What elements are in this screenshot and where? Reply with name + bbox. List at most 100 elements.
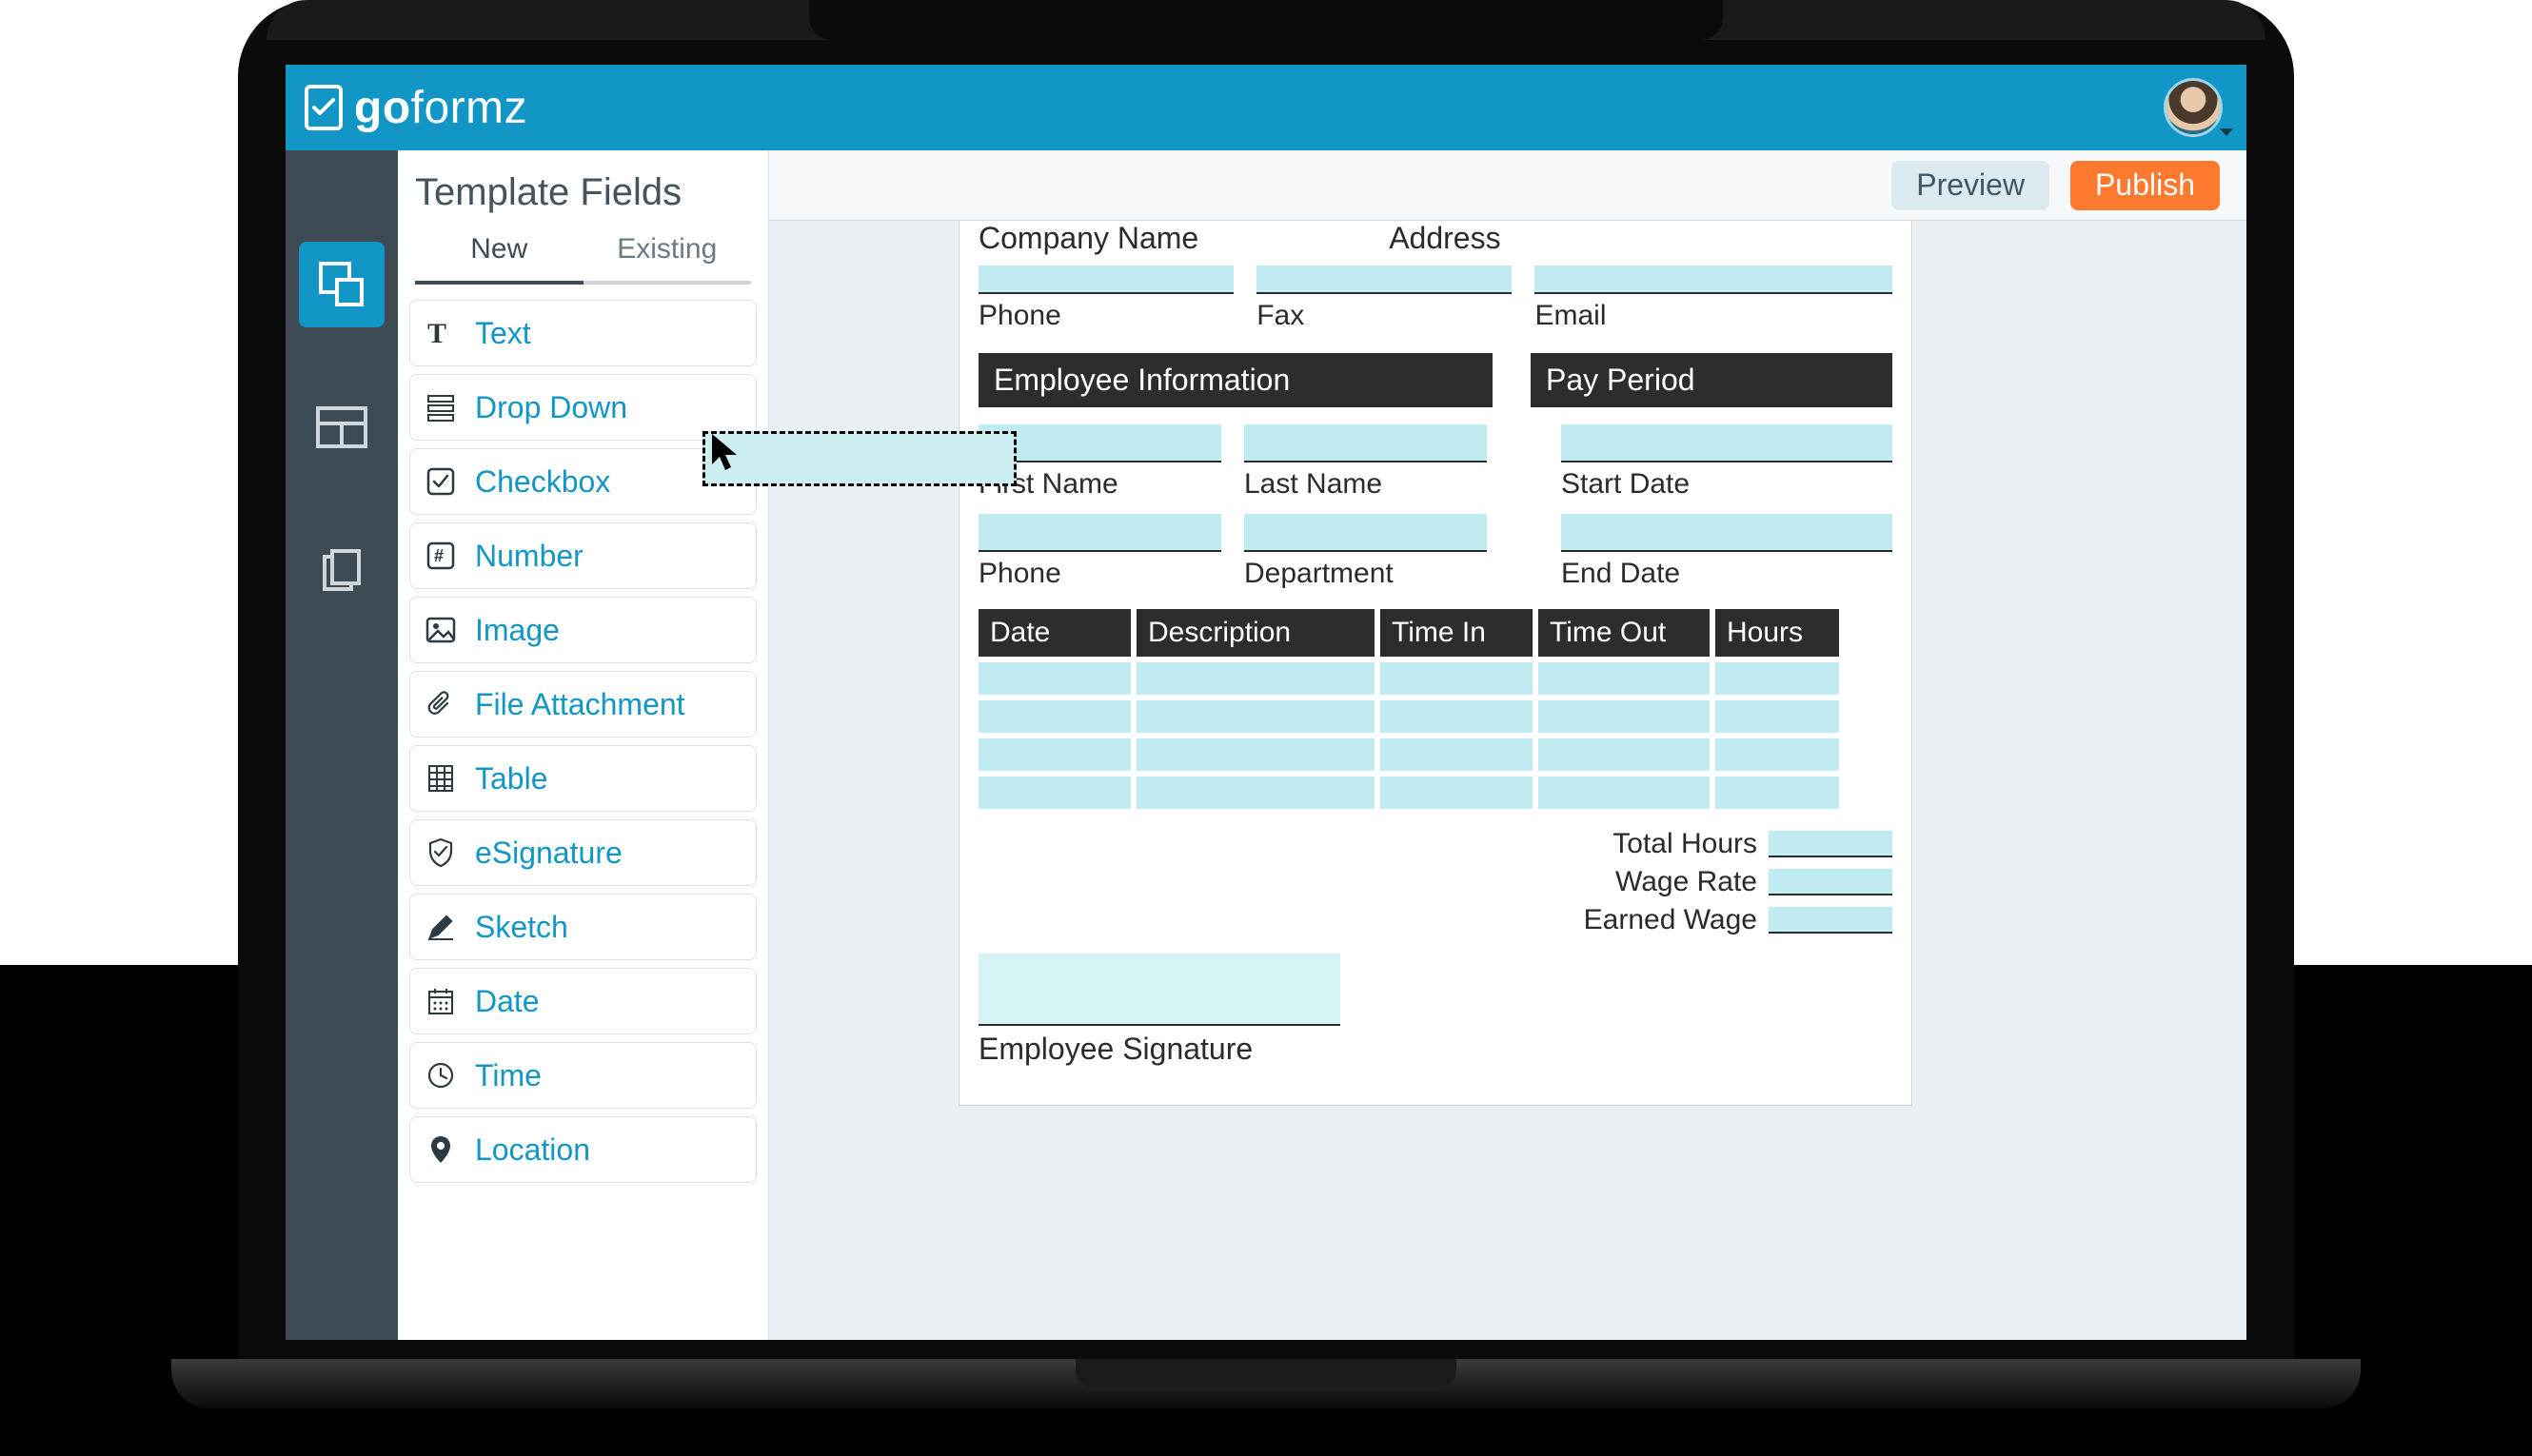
pencil-icon (422, 908, 460, 946)
laptop-top-strip (267, 0, 2265, 40)
form-page[interactable]: Company Name Address Phone Fax (959, 221, 1911, 1105)
field-dropdown[interactable]: Drop Down (409, 374, 757, 441)
clock-icon (422, 1056, 460, 1094)
employee-info-header: Employee Information (979, 353, 1493, 407)
image-icon (422, 611, 460, 649)
email-input[interactable] (1534, 266, 1892, 294)
field-image[interactable]: Image (409, 597, 757, 663)
laptop-notch (809, 0, 1723, 40)
editor-area: Preview Publish Company Name Address Pho… (769, 150, 2246, 1340)
start-date-label: Start Date (1561, 468, 1892, 501)
app-body: Template Fields New Existing T Text Drop… (286, 150, 2246, 1340)
fax-input[interactable] (1256, 266, 1512, 294)
field-label: Sketch (475, 910, 568, 945)
phone-input[interactable] (979, 266, 1234, 294)
table-row[interactable] (979, 662, 1892, 695)
action-bar: Preview Publish (769, 150, 2246, 221)
field-time[interactable]: Time (409, 1042, 757, 1109)
email-label: Email (1534, 300, 1892, 332)
field-checkbox[interactable]: Checkbox (409, 448, 757, 515)
th-description: Description (1137, 609, 1375, 657)
table-row[interactable] (979, 777, 1892, 809)
nav-builder[interactable] (299, 242, 385, 327)
field-label: Image (475, 613, 560, 648)
canvas[interactable]: Company Name Address Phone Fax (769, 221, 2246, 1340)
signature-input[interactable] (979, 954, 1340, 1026)
field-label: File Attachment (475, 687, 685, 722)
brand-clipboard-icon (303, 85, 345, 130)
field-label: Text (475, 316, 531, 351)
layers-icon (316, 259, 367, 310)
field-esignature[interactable]: eSignature (409, 819, 757, 886)
field-table[interactable]: Table (409, 745, 757, 812)
emp-phone-input[interactable] (979, 514, 1221, 552)
preview-button[interactable]: Preview (1891, 161, 2049, 210)
end-date-input[interactable] (1561, 514, 1892, 552)
nav-pages[interactable] (299, 527, 385, 613)
th-time-out: Time Out (1538, 609, 1710, 657)
start-date-input[interactable] (1561, 424, 1892, 462)
field-label: Checkbox (475, 464, 610, 500)
wage-rate-input[interactable] (1769, 869, 1892, 895)
total-hours-label: Total Hours (1612, 828, 1757, 860)
timesheet-table: Date Description Time In Time Out Hours (979, 609, 1892, 809)
field-text[interactable]: T Text (409, 300, 757, 366)
field-label: Table (475, 761, 548, 797)
th-time-in: Time In (1380, 609, 1533, 657)
first-name-label: First Name (979, 468, 1221, 501)
brand-text-bold: go (354, 83, 411, 133)
pay-period-header: Pay Period (1531, 353, 1892, 407)
th-hours: Hours (1715, 609, 1839, 657)
total-hours-input[interactable] (1769, 831, 1892, 857)
table-row[interactable] (979, 738, 1892, 771)
last-name-input[interactable] (1244, 424, 1487, 462)
earned-wage-label: Earned Wage (1584, 904, 1757, 936)
field-sketch[interactable]: Sketch (409, 894, 757, 960)
field-label: Number (475, 539, 584, 574)
tab-new[interactable]: New (415, 224, 584, 285)
emp-phone-label: Phone (979, 558, 1221, 590)
publish-button[interactable]: Publish (2070, 161, 2220, 210)
field-file-attachment[interactable]: File Attachment (409, 671, 757, 738)
svg-text:T: T (427, 318, 446, 349)
field-label: Drop Down (475, 390, 627, 425)
panel-tabs: New Existing (398, 224, 768, 285)
laptop-trackpad-indent (1076, 1359, 1456, 1387)
department-input[interactable] (1244, 514, 1487, 552)
left-rail (286, 150, 398, 1340)
brand-logo[interactable]: goformz (303, 82, 527, 134)
table-row[interactable] (979, 700, 1892, 733)
field-number[interactable]: # Number (409, 522, 757, 589)
totals-block: Total Hours Wage Rate Earned Wage (979, 828, 1892, 936)
field-date[interactable]: Date (409, 968, 757, 1034)
paperclip-icon (422, 685, 460, 723)
department-label: Department (1244, 558, 1487, 590)
fax-label: Fax (1256, 300, 1512, 332)
brand-text-light: formz (411, 83, 528, 133)
table-icon (422, 759, 460, 797)
grid-icon (316, 406, 367, 448)
pages-icon (319, 547, 365, 593)
location-pin-icon (422, 1131, 460, 1169)
nav-layout[interactable] (299, 384, 385, 470)
canvas-gutter (1911, 221, 2246, 1340)
shield-check-icon (422, 834, 460, 872)
calendar-icon (422, 982, 460, 1020)
field-location[interactable]: Location (409, 1116, 757, 1183)
field-label: eSignature (475, 836, 623, 871)
last-name-label: Last Name (1244, 468, 1487, 501)
checkbox-icon (422, 462, 460, 501)
app-screen: goformz (286, 65, 2246, 1340)
address-label: Address (1389, 221, 1500, 256)
tab-existing[interactable]: Existing (584, 224, 752, 285)
number-icon: # (422, 537, 460, 575)
chevron-down-icon (2220, 128, 2233, 136)
field-list: T Text Drop Down Checkbox (398, 285, 768, 1206)
topbar: goformz (286, 65, 2246, 150)
svg-text:#: # (434, 546, 444, 565)
field-label: Location (475, 1132, 590, 1168)
panel-title: Template Fields (398, 150, 768, 224)
earned-wage-input[interactable] (1769, 907, 1892, 934)
first-name-input[interactable] (979, 424, 1221, 462)
user-avatar[interactable] (2166, 81, 2220, 134)
